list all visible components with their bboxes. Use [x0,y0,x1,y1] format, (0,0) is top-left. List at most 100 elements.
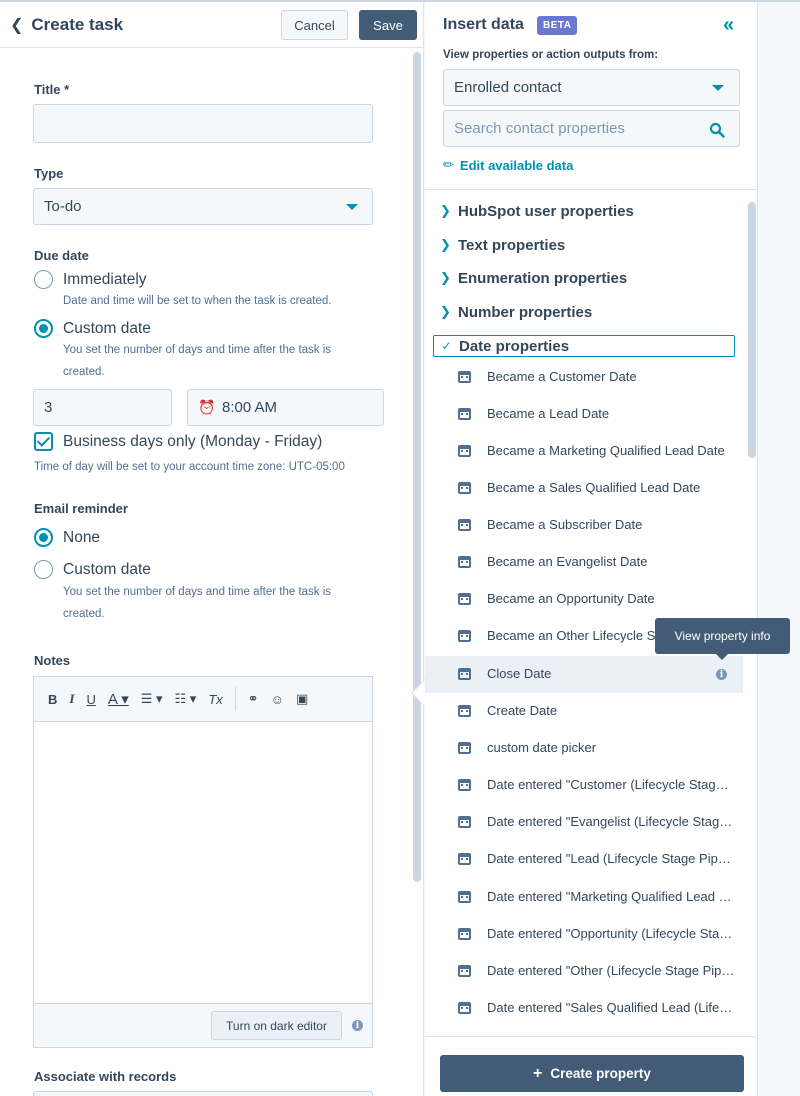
notes-label: Notes [34,653,71,668]
calendar-icon [458,816,471,828]
right-scrollbar[interactable] [748,202,756,458]
calendar-icon [458,705,471,717]
title-input[interactable] [33,104,373,143]
type-label: Type [34,166,64,181]
calendar-icon [458,891,471,903]
search-input[interactable]: Search contact properties [443,110,740,147]
property-info-tooltip: View property info [655,618,790,660]
list-item[interactable]: Became a Sales Qualified Lead Date [425,470,743,507]
calendar-icon [458,371,471,383]
list-item[interactable]: Became a Customer Date [425,359,743,396]
list-item[interactable]: Became an Evangelist Date [425,544,743,581]
category-text[interactable]: ❯ Text properties [433,234,733,256]
list-item[interactable]: Date entered "Evangelist (Lifecycle Stag… [425,804,743,841]
calendar-icon [458,668,471,680]
emoji-icon[interactable]: ☺ [271,692,284,707]
cancel-button[interactable]: Cancel [281,10,348,40]
radio-custom-date[interactable] [34,319,53,338]
source-select[interactable]: Enrolled contact [443,69,740,106]
list-item[interactable]: Date entered "Marketing Qualified Lead (… [425,879,743,916]
title-label: Title * [34,82,70,97]
radio-none-label: None [63,529,101,546]
image-icon[interactable]: ▣ [296,691,308,707]
insert-data-title: Insert data [443,16,524,33]
source-select-value: Enrolled contact [454,79,562,96]
calendar-icon [458,519,471,531]
insert-data-footer: + Create property [425,1036,757,1096]
radio-immediately-label: Immediately [63,271,147,288]
info-icon[interactable]: i [716,669,727,680]
numbered-list-icon[interactable]: ☷ ▾ [175,691,197,707]
left-scrollbar[interactable] [413,52,421,882]
radio-immediately[interactable] [34,270,53,289]
category-enumeration[interactable]: ❯ Enumeration properties [433,267,733,289]
caret-down-icon [346,204,358,210]
save-button[interactable]: Save [359,10,417,40]
category-date[interactable]: ✓ Date properties [433,335,735,357]
days-input[interactable]: 3 [33,389,172,426]
notes-editor[interactable]: B I U A ▾ ☰ ▾ ☷ ▾ Tx ⚭ ☺ ▣ Turn on dark … [33,676,373,1048]
editor-footer: Turn on dark editor i [34,1003,372,1047]
plus-icon: + [533,1064,543,1082]
chevron-down-icon: ✓ [441,339,452,353]
calendar-icon [458,556,471,568]
clear-format-icon[interactable]: Tx [208,692,222,707]
immediately-help: Date and time will be set to when the ta… [63,295,332,307]
list-item[interactable]: Became a Marketing Qualified Lead Date [425,433,743,470]
link-icon[interactable]: ⚭ [248,691,259,707]
text-color-icon[interactable]: A ▾ [108,690,129,708]
calendar-icon [458,779,471,791]
collapse-double-chevron-icon[interactable]: « [723,14,734,37]
list-item[interactable]: Date entered "Customer (Lifecycle Stage … [425,767,743,804]
radio-email-custom-date-label: Custom date [63,561,151,578]
bulleted-list-icon[interactable]: ☰ ▾ [141,691,163,707]
info-icon[interactable]: i [352,1020,363,1031]
list-item[interactable]: Became a Subscriber Date [425,507,743,544]
list-item-close-date[interactable]: Close Date i [425,656,743,693]
list-item[interactable]: Date entered "Lead (Lifecycle Stage Pipe… [425,841,743,878]
type-select[interactable]: To-do [33,188,373,225]
associate-input[interactable] [33,1091,373,1096]
divider [425,189,757,190]
edit-available-data-link[interactable]: ✏ Edit available data [443,157,573,173]
associate-label: Associate with records [34,1069,177,1084]
insert-data-panel: Insert data BETA « View properties or ac… [425,2,758,1096]
radio-email-custom-date[interactable] [34,560,53,579]
email-reminder-label: Email reminder [34,501,128,516]
list-item[interactable]: custom date picker [425,730,743,767]
list-item[interactable]: Became an Opportunity Date [425,581,743,618]
calendar-icon [458,482,471,494]
chevron-right-icon: ❯ [440,270,451,285]
due-date-label: Due date [34,248,89,263]
calendar-icon [458,853,471,865]
category-hubspot-user[interactable]: ❯ HubSpot user properties [433,200,733,222]
list-item[interactable]: Date entered "Opportunity (Lifecycle Sta… [425,916,743,953]
list-item[interactable]: Became a Lead Date [425,396,743,433]
custom-date-help: You set the number of days and time afte… [63,344,332,378]
business-days-label: Business days only (Monday - Friday) [63,433,323,450]
calendar-icon [458,1002,471,1014]
search-icon[interactable] [709,122,725,138]
source-label: View properties or action outputs from: [443,49,659,61]
list-item[interactable]: Create Date [425,693,743,730]
calendar-icon [458,408,471,420]
create-property-button[interactable]: + Create property [440,1055,744,1092]
calendar-icon [458,630,471,642]
page-title: Create task [31,15,124,34]
bold-icon[interactable]: B [48,692,57,707]
list-item[interactable]: Date entered "Sales Qualified Lead (Life… [425,990,743,1027]
radio-none[interactable] [34,528,53,547]
back-button[interactable]: ❮ Create task [10,15,123,35]
beta-badge: BETA [537,16,578,35]
list-item[interactable]: Date entered "Other (Lifecycle Stage Pip… [425,953,743,990]
dark-editor-button[interactable]: Turn on dark editor [211,1011,342,1040]
category-number[interactable]: ❯ Number properties [433,301,733,323]
panel-header: ❮ Create task Cancel Save [0,2,423,48]
business-days-checkbox[interactable] [34,432,53,451]
underline-icon[interactable]: U [86,692,95,707]
alarm-clock-icon: ⏰ [198,399,216,415]
caret-down-icon [712,85,724,91]
time-input[interactable]: ⏰ 8:00 AM [187,389,384,426]
radio-custom-date-label: Custom date [63,320,151,337]
italic-icon[interactable]: I [69,691,74,707]
